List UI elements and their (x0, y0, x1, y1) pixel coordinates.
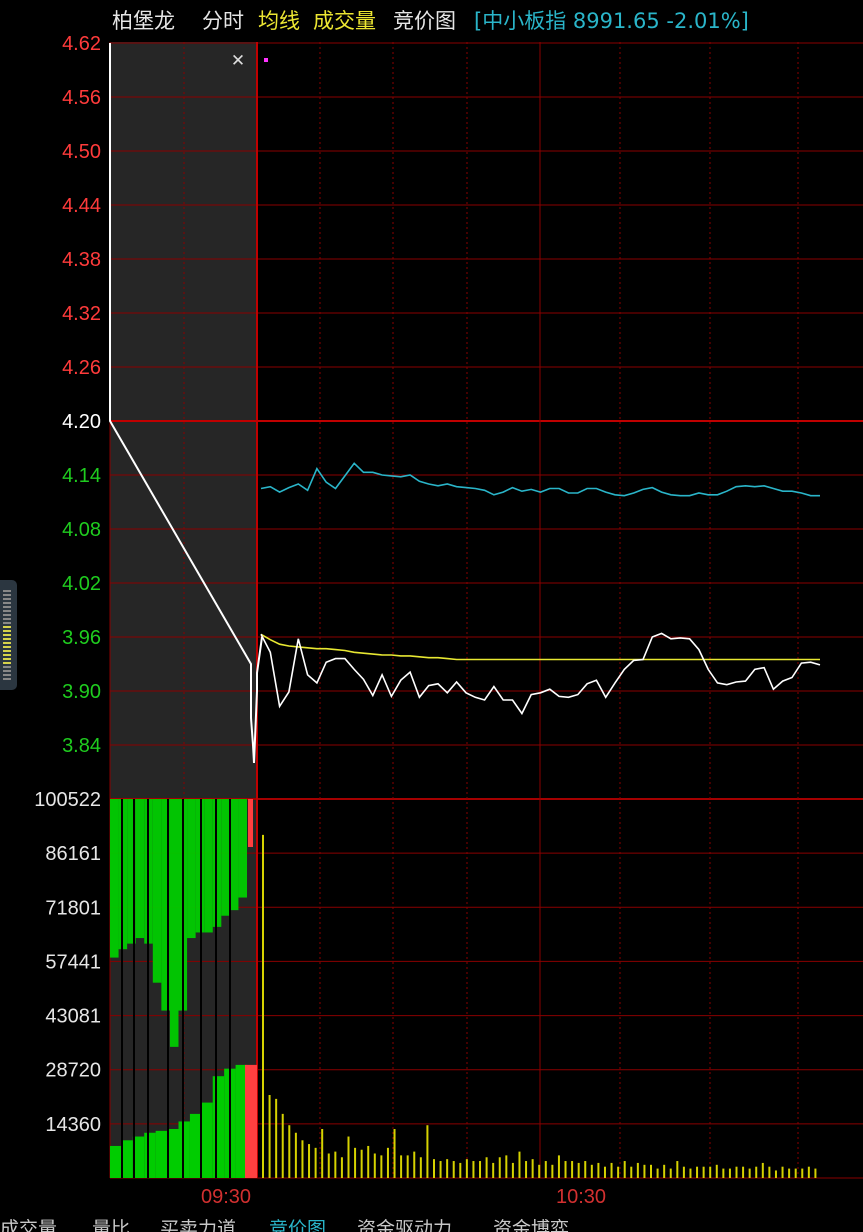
tab-capital-game[interactable]: 资金博弈 (493, 1214, 593, 1232)
price-tick-label: 4.08 (62, 519, 101, 541)
price-tick-label: 3.84 (62, 735, 101, 757)
auction-matched-bar (178, 1121, 190, 1178)
intraday-chart-window: 柏堡龙 分时 均线 成交量 竞价图 [中小板指 8991.65 -2.01%] … (0, 0, 863, 1232)
auction-sell-bar (187, 799, 196, 939)
auction-matched-bar (121, 1140, 133, 1178)
volume-tick-label: 71801 (45, 897, 101, 919)
tab-buy-sell-force[interactable]: 买卖力道 (160, 1214, 256, 1232)
tab-volume-ratio[interactable]: 量比 (92, 1214, 147, 1232)
auction-sell-bar (229, 799, 239, 911)
price-tick-label: 4.50 (62, 141, 101, 163)
volume-tick-label: 28720 (45, 1060, 101, 1082)
auction-matched-bar (110, 1145, 122, 1178)
auction-sell-bar (135, 799, 145, 939)
auction-sell-bar (110, 799, 119, 958)
price-tick-label: 4.20 (62, 411, 101, 433)
auction-matched-bar (144, 1132, 156, 1178)
auction-matched-bar (201, 1102, 213, 1178)
tab-auction[interactable]: 竞价图 (269, 1214, 345, 1232)
volume-bars (262, 834, 817, 1178)
price-tick-label: 4.32 (62, 303, 101, 325)
volume-tick-label: 86161 (45, 843, 101, 865)
auction-buy-top (248, 799, 253, 847)
auction-matched-bar (189, 1113, 202, 1178)
price-tick-label: 4.44 (62, 195, 101, 217)
chart-canvas: 4.62 4.56 4.50 4.44 4.38 4.32 4.26 4.20 4.14 4.08… (34, 33, 863, 1208)
tab-volume[interactable]: 成交量 (0, 1214, 84, 1232)
marker-dot (264, 58, 268, 62)
price-tick-label: 4.02 (62, 573, 101, 595)
time-label: 09:30 (201, 1186, 251, 1208)
price-tick-label: 4.14 (62, 465, 101, 487)
auction-matched-bar (212, 1076, 225, 1178)
price-tick-label: 3.90 (62, 681, 101, 703)
side-panel-handle[interactable] (0, 580, 17, 690)
price-tick-label: 3.96 (62, 627, 101, 649)
price-tick-label: 4.38 (62, 249, 101, 271)
volume-tick-label: 14360 (45, 1114, 101, 1136)
price-tick-label: 4.56 (62, 87, 101, 109)
auction-buy-bar (245, 1064, 257, 1178)
auction-sell-bar (195, 799, 205, 933)
auction-sell-bar (221, 799, 230, 916)
tab-capital-drive[interactable]: 资金驱动力 (357, 1214, 477, 1232)
close-icon[interactable]: ✕ (228, 50, 248, 72)
auction-sell-bar (204, 799, 213, 933)
auction-sell-bar (169, 799, 179, 1047)
auction-sell-bar (238, 799, 247, 898)
volume-tick-label: 100522 (34, 789, 101, 811)
volume-tick-label: 57441 (45, 951, 101, 973)
price-tick-label: 4.26 (62, 357, 101, 379)
auction-matched-bar (155, 1130, 168, 1178)
auction-sell-bar (152, 799, 162, 983)
level-meter-fill (3, 626, 11, 666)
price-tick-label: 4.62 (62, 33, 101, 55)
auction-sell-bar (212, 799, 222, 927)
time-label: 10:30 (556, 1186, 606, 1208)
volume-tick-label: 43081 (45, 1006, 101, 1028)
